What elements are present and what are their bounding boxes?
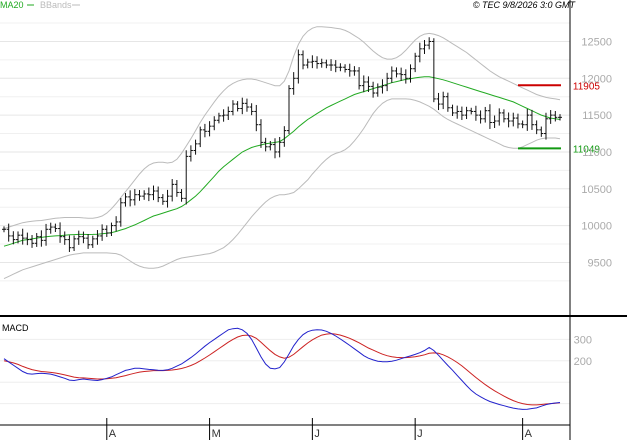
macd-label: MACD — [2, 323, 29, 333]
y-tick-label: 10000 — [581, 221, 612, 233]
x-tick-label: M — [212, 428, 221, 440]
macd-tick-label: 200 — [574, 356, 592, 368]
x-tick-label: A — [109, 428, 117, 440]
x-tick-label: A — [525, 428, 533, 440]
y-tick-label: 12000 — [581, 73, 612, 85]
legend-bbands: BBands — [40, 0, 72, 10]
legend-ma20: MA20 — [0, 0, 24, 10]
x-tick-label: J — [314, 428, 320, 440]
watermark: © TEC 9/8/2026 3:0 GMT — [473, 0, 577, 10]
legend: MA20 BBands — [0, 0, 80, 10]
x-tick-label: J — [417, 428, 423, 440]
y-tick-label: 9500 — [588, 257, 612, 269]
y-tick-label: 10500 — [581, 184, 612, 196]
y-tick-label: 11000 — [582, 147, 612, 159]
y-tick-label: 12500 — [581, 36, 612, 48]
stock-chart: 1190511049 12500120001150011000105001000… — [0, 0, 627, 440]
chart-background — [0, 0, 627, 440]
y-tick-label: 11500 — [582, 110, 612, 122]
macd-tick-label: 300 — [574, 334, 592, 346]
